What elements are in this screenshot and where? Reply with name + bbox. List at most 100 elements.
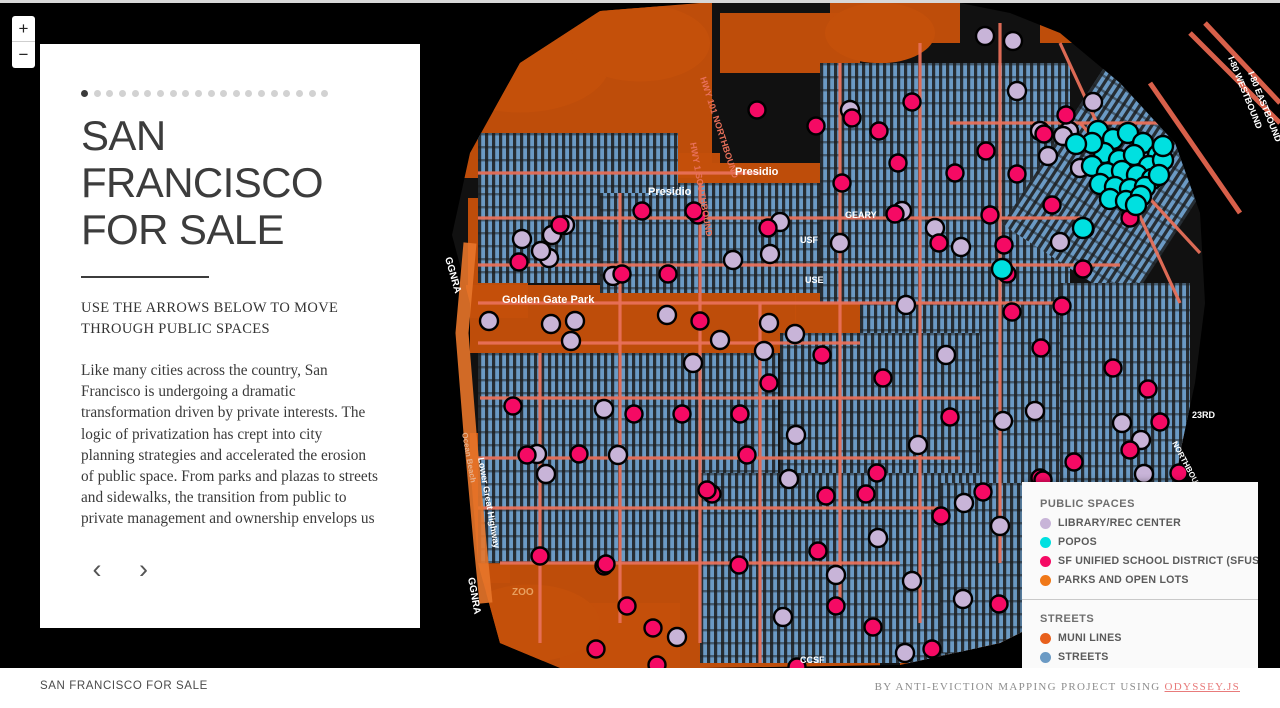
slide-dot[interactable]: [169, 90, 177, 97]
legend-item[interactable]: MUNI LINES: [1040, 632, 1240, 644]
map-marker[interactable]: [737, 445, 757, 465]
slide-dot[interactable]: [283, 90, 291, 97]
map-marker[interactable]: [1151, 134, 1175, 158]
map-marker[interactable]: [812, 345, 832, 365]
map-marker[interactable]: [1138, 379, 1158, 399]
map-marker[interactable]: [863, 617, 883, 637]
legend-item[interactable]: LIBRARY/REC CENTER: [1040, 517, 1240, 529]
slide-dot[interactable]: [118, 90, 126, 97]
slide-dot[interactable]: [156, 90, 164, 97]
map-marker[interactable]: [901, 570, 923, 592]
map-marker[interactable]: [617, 596, 637, 616]
map-marker[interactable]: [560, 330, 582, 352]
map-marker[interactable]: [885, 204, 905, 224]
map-marker[interactable]: [540, 313, 562, 335]
map-marker[interactable]: [945, 163, 965, 183]
map-marker[interactable]: [1133, 463, 1155, 485]
map-marker[interactable]: [697, 480, 717, 500]
slide-dot[interactable]: [207, 90, 215, 97]
map-marker[interactable]: [980, 205, 1000, 225]
map-marker[interactable]: [729, 555, 749, 575]
map-marker[interactable]: [888, 153, 908, 173]
map-marker[interactable]: [564, 310, 586, 332]
map-marker[interactable]: [759, 243, 781, 265]
map-marker[interactable]: [1064, 132, 1088, 156]
slide-dot[interactable]: [232, 90, 240, 97]
map-marker[interactable]: [953, 492, 975, 514]
map-marker[interactable]: [624, 404, 644, 424]
slide-dot[interactable]: [131, 90, 139, 97]
map-marker[interactable]: [753, 340, 775, 362]
map-marker[interactable]: [535, 463, 557, 485]
map-marker[interactable]: [867, 463, 887, 483]
map-marker[interactable]: [1124, 193, 1148, 217]
map-marker[interactable]: [682, 352, 704, 374]
map-marker[interactable]: [907, 434, 929, 456]
map-marker[interactable]: [931, 506, 951, 526]
map-marker[interactable]: [974, 25, 996, 47]
map-marker[interactable]: [596, 554, 616, 574]
slide-dot[interactable]: [270, 90, 278, 97]
next-slide-button[interactable]: ›: [122, 549, 164, 591]
map-marker[interactable]: [989, 515, 1011, 537]
map-marker[interactable]: [550, 215, 570, 235]
map-marker[interactable]: [1002, 302, 1022, 322]
map-marker[interactable]: [607, 444, 629, 466]
map-marker[interactable]: [1049, 231, 1071, 253]
map-marker[interactable]: [832, 173, 852, 193]
map-marker[interactable]: [517, 445, 537, 465]
slide-dot[interactable]: [182, 90, 190, 97]
map-marker[interactable]: [929, 233, 949, 253]
map-marker[interactable]: [922, 639, 942, 659]
map-marker[interactable]: [940, 407, 960, 427]
map-marker[interactable]: [1052, 296, 1072, 316]
map-marker[interactable]: [666, 626, 688, 648]
map-marker[interactable]: [869, 121, 889, 141]
map-marker[interactable]: [989, 594, 1009, 614]
map-marker[interactable]: [1071, 216, 1095, 240]
map-marker[interactable]: [1006, 80, 1028, 102]
map-marker[interactable]: [593, 398, 615, 420]
map-marker[interactable]: [829, 232, 851, 254]
legend-item[interactable]: STREETS: [1040, 651, 1240, 663]
map-marker[interactable]: [816, 486, 836, 506]
map-marker[interactable]: [935, 344, 957, 366]
map-marker[interactable]: [1037, 145, 1059, 167]
zoom-control[interactable]: + −: [12, 16, 35, 68]
map-marker[interactable]: [873, 368, 893, 388]
map-marker[interactable]: [990, 257, 1014, 281]
map-marker[interactable]: [511, 228, 533, 250]
map-marker[interactable]: [612, 264, 632, 284]
legend-item[interactable]: POPOS: [1040, 536, 1240, 548]
slide-dot[interactable]: [220, 90, 228, 97]
map-marker[interactable]: [826, 596, 846, 616]
zoom-out-button[interactable]: −: [12, 42, 35, 68]
map-marker[interactable]: [658, 264, 678, 284]
map-marker[interactable]: [1034, 124, 1054, 144]
map-marker[interactable]: [825, 564, 847, 586]
map-marker[interactable]: [1082, 91, 1104, 113]
legend-item[interactable]: SF UNIFIED SCHOOL DISTRICT (SFUSD): [1040, 555, 1258, 567]
map-marker[interactable]: [690, 311, 710, 331]
map-marker[interactable]: [478, 310, 500, 332]
map-marker[interactable]: [842, 108, 862, 128]
map-marker[interactable]: [503, 396, 523, 416]
slide-dot[interactable]: [106, 90, 114, 97]
slide-dot[interactable]: [245, 90, 253, 97]
map-marker[interactable]: [976, 141, 996, 161]
map-marker[interactable]: [902, 92, 922, 112]
map-marker[interactable]: [1073, 259, 1093, 279]
map-marker[interactable]: [778, 468, 800, 490]
slide-dot[interactable]: [321, 90, 329, 97]
map-marker[interactable]: [1150, 412, 1170, 432]
map-marker[interactable]: [856, 484, 876, 504]
slide-dot[interactable]: [194, 90, 202, 97]
map-marker[interactable]: [992, 410, 1014, 432]
map-marker[interactable]: [1103, 358, 1123, 378]
map-marker[interactable]: [643, 618, 663, 638]
map-marker[interactable]: [808, 541, 828, 561]
map-marker[interactable]: [952, 588, 974, 610]
odyssey-js-link[interactable]: ODYSSEY.JS: [1165, 681, 1240, 693]
map-marker[interactable]: [747, 100, 767, 120]
map-marker[interactable]: [1147, 163, 1171, 187]
